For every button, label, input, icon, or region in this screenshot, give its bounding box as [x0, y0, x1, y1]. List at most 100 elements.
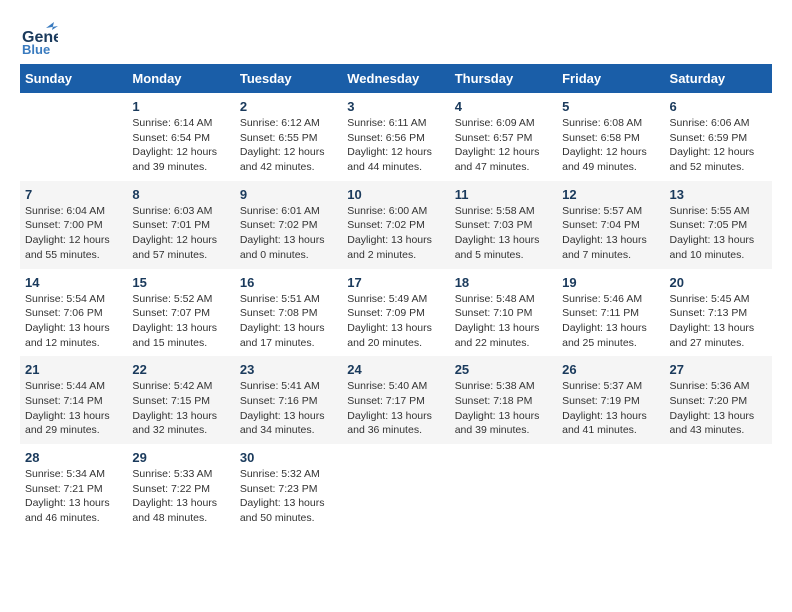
calendar-cell: 27 Sunrise: 5:36 AMSunset: 7:20 PMDayligh…: [665, 356, 772, 444]
day-number: 24: [347, 362, 444, 377]
day-info: Sunrise: 5:36 AMSunset: 7:20 PMDaylight:…: [670, 379, 767, 438]
calendar-cell: 5 Sunrise: 6:08 AMSunset: 6:58 PMDaylight…: [557, 93, 664, 181]
page-header: General Blue: [20, 20, 772, 54]
calendar-cell: 17Sunrise: 5:49 AMSunset: 7:09 PMDayligh…: [342, 269, 449, 357]
column-header-friday: Friday: [557, 64, 664, 93]
logo-icon: General Blue: [20, 20, 58, 58]
day-number: 22: [132, 362, 229, 377]
day-number: 9: [240, 187, 337, 202]
calendar-cell: 15 Sunrise: 5:52 AMSunset: 7:07 PMDayligh…: [127, 269, 234, 357]
day-info: Sunrise: 5:58 AMSunset: 7:03 PMDaylight:…: [455, 204, 552, 263]
day-info: Sunrise: 5:42 AMSunset: 7:15 PMDaylight:…: [132, 379, 229, 438]
day-number: 13: [670, 187, 767, 202]
calendar-cell: 22 Sunrise: 5:42 AMSunset: 7:15 PMDayligh…: [127, 356, 234, 444]
day-info: Sunrise: 6:14 AMSunset: 6:54 PMDaylight:…: [132, 116, 229, 175]
week-row-3: 14 Sunrise: 5:54 AMSunset: 7:06 PMDayligh…: [20, 269, 772, 357]
day-number: 5: [562, 99, 659, 114]
day-info: Sunrise: 6:01 AMSunset: 7:02 PMDaylight:…: [240, 204, 337, 263]
day-info: Sunrise: 5:34 AMSunset: 7:21 PMDaylight:…: [25, 467, 122, 526]
day-info: Sunrise: 5:51 AMSunset: 7:08 PMDaylight:…: [240, 292, 337, 351]
calendar-cell: 11 Sunrise: 5:58 AMSunset: 7:03 PMDayligh…: [450, 181, 557, 269]
calendar-cell: 29 Sunrise: 5:33 AMSunset: 7:22 PMDayligh…: [127, 444, 234, 532]
day-info: Sunrise: 6:03 AMSunset: 7:01 PMDaylight:…: [132, 204, 229, 263]
calendar-cell: 25Sunrise: 5:38 AMSunset: 7:18 PMDayligh…: [450, 356, 557, 444]
week-row-5: 28Sunrise: 5:34 AMSunset: 7:21 PMDayligh…: [20, 444, 772, 532]
column-header-saturday: Saturday: [665, 64, 772, 93]
day-number: 10: [347, 187, 444, 202]
week-row-4: 21 Sunrise: 5:44 AMSunset: 7:14 PMDayligh…: [20, 356, 772, 444]
calendar-cell: 20 Sunrise: 5:45 AMSunset: 7:13 PMDayligh…: [665, 269, 772, 357]
day-number: 11: [455, 187, 552, 202]
column-header-monday: Monday: [127, 64, 234, 93]
day-number: 18: [455, 275, 552, 290]
day-info: Sunrise: 6:09 AMSunset: 6:57 PMDaylight:…: [455, 116, 552, 175]
day-info: Sunrise: 5:46 AMSunset: 7:11 PMDaylight:…: [562, 292, 659, 351]
calendar-cell: 28Sunrise: 5:34 AMSunset: 7:21 PMDayligh…: [20, 444, 127, 532]
day-number: 7: [25, 187, 122, 202]
header-row: SundayMondayTuesdayWednesdayThursdayFrid…: [20, 64, 772, 93]
day-number: 15: [132, 275, 229, 290]
calendar-cell: 30Sunrise: 5:32 AMSunset: 7:23 PMDayligh…: [235, 444, 342, 532]
day-number: 19: [562, 275, 659, 290]
day-info: Sunrise: 6:00 AMSunset: 7:02 PMDaylight:…: [347, 204, 444, 263]
calendar-cell: [20, 93, 127, 181]
calendar-cell: 19 Sunrise: 5:46 AMSunset: 7:11 PMDayligh…: [557, 269, 664, 357]
calendar-table: SundayMondayTuesdayWednesdayThursdayFrid…: [20, 64, 772, 532]
calendar-cell: 7 Sunrise: 6:04 AMSunset: 7:00 PMDaylight…: [20, 181, 127, 269]
day-number: 21: [25, 362, 122, 377]
day-number: 4: [455, 99, 552, 114]
day-number: 1: [132, 99, 229, 114]
day-info: Sunrise: 5:48 AMSunset: 7:10 PMDaylight:…: [455, 292, 552, 351]
week-row-2: 7 Sunrise: 6:04 AMSunset: 7:00 PMDaylight…: [20, 181, 772, 269]
day-info: Sunrise: 5:38 AMSunset: 7:18 PMDaylight:…: [455, 379, 552, 438]
calendar-cell: 24 Sunrise: 5:40 AMSunset: 7:17 PMDayligh…: [342, 356, 449, 444]
calendar-cell: 3 Sunrise: 6:11 AMSunset: 6:56 PMDaylight…: [342, 93, 449, 181]
day-number: 23: [240, 362, 337, 377]
day-info: Sunrise: 6:12 AMSunset: 6:55 PMDaylight:…: [240, 116, 337, 175]
calendar-cell: 14 Sunrise: 5:54 AMSunset: 7:06 PMDayligh…: [20, 269, 127, 357]
day-number: 12: [562, 187, 659, 202]
calendar-cell: 16 Sunrise: 5:51 AMSunset: 7:08 PMDayligh…: [235, 269, 342, 357]
calendar-cell: 4 Sunrise: 6:09 AMSunset: 6:57 PMDaylight…: [450, 93, 557, 181]
calendar-cell: 23Sunrise: 5:41 AMSunset: 7:16 PMDayligh…: [235, 356, 342, 444]
column-header-sunday: Sunday: [20, 64, 127, 93]
day-info: Sunrise: 5:57 AMSunset: 7:04 PMDaylight:…: [562, 204, 659, 263]
calendar-cell: 9 Sunrise: 6:01 AMSunset: 7:02 PMDaylight…: [235, 181, 342, 269]
day-info: Sunrise: 5:33 AMSunset: 7:22 PMDaylight:…: [132, 467, 229, 526]
day-info: Sunrise: 5:52 AMSunset: 7:07 PMDaylight:…: [132, 292, 229, 351]
day-number: 20: [670, 275, 767, 290]
day-info: Sunrise: 6:08 AMSunset: 6:58 PMDaylight:…: [562, 116, 659, 175]
day-info: Sunrise: 5:54 AMSunset: 7:06 PMDaylight:…: [25, 292, 122, 351]
day-number: 14: [25, 275, 122, 290]
day-info: Sunrise: 6:11 AMSunset: 6:56 PMDaylight:…: [347, 116, 444, 175]
day-info: Sunrise: 5:44 AMSunset: 7:14 PMDaylight:…: [25, 379, 122, 438]
calendar-cell: 1 Sunrise: 6:14 AMSunset: 6:54 PMDaylight…: [127, 93, 234, 181]
day-number: 6: [670, 99, 767, 114]
logo: General Blue: [20, 20, 58, 54]
day-info: Sunrise: 6:04 AMSunset: 7:00 PMDaylight:…: [25, 204, 122, 263]
column-header-tuesday: Tuesday: [235, 64, 342, 93]
day-info: Sunrise: 5:37 AMSunset: 7:19 PMDaylight:…: [562, 379, 659, 438]
calendar-cell: 10 Sunrise: 6:00 AMSunset: 7:02 PMDayligh…: [342, 181, 449, 269]
day-number: 17: [347, 275, 444, 290]
svg-text:Blue: Blue: [22, 42, 50, 57]
column-header-thursday: Thursday: [450, 64, 557, 93]
calendar-cell: [665, 444, 772, 532]
week-row-1: 1 Sunrise: 6:14 AMSunset: 6:54 PMDaylight…: [20, 93, 772, 181]
day-info: Sunrise: 5:45 AMSunset: 7:13 PMDaylight:…: [670, 292, 767, 351]
calendar-cell: 26Sunrise: 5:37 AMSunset: 7:19 PMDayligh…: [557, 356, 664, 444]
calendar-body: 1 Sunrise: 6:14 AMSunset: 6:54 PMDaylight…: [20, 93, 772, 532]
calendar-cell: 12 Sunrise: 5:57 AMSunset: 7:04 PMDayligh…: [557, 181, 664, 269]
day-info: Sunrise: 5:40 AMSunset: 7:17 PMDaylight:…: [347, 379, 444, 438]
day-number: 2: [240, 99, 337, 114]
day-number: 3: [347, 99, 444, 114]
day-number: 16: [240, 275, 337, 290]
day-info: Sunrise: 6:06 AMSunset: 6:59 PMDaylight:…: [670, 116, 767, 175]
day-number: 27: [670, 362, 767, 377]
calendar-cell: 2 Sunrise: 6:12 AMSunset: 6:55 PMDaylight…: [235, 93, 342, 181]
calendar-cell: 18 Sunrise: 5:48 AMSunset: 7:10 PMDayligh…: [450, 269, 557, 357]
day-number: 29: [132, 450, 229, 465]
day-info: Sunrise: 5:55 AMSunset: 7:05 PMDaylight:…: [670, 204, 767, 263]
calendar-header: SundayMondayTuesdayWednesdayThursdayFrid…: [20, 64, 772, 93]
calendar-cell: 13 Sunrise: 5:55 AMSunset: 7:05 PMDayligh…: [665, 181, 772, 269]
